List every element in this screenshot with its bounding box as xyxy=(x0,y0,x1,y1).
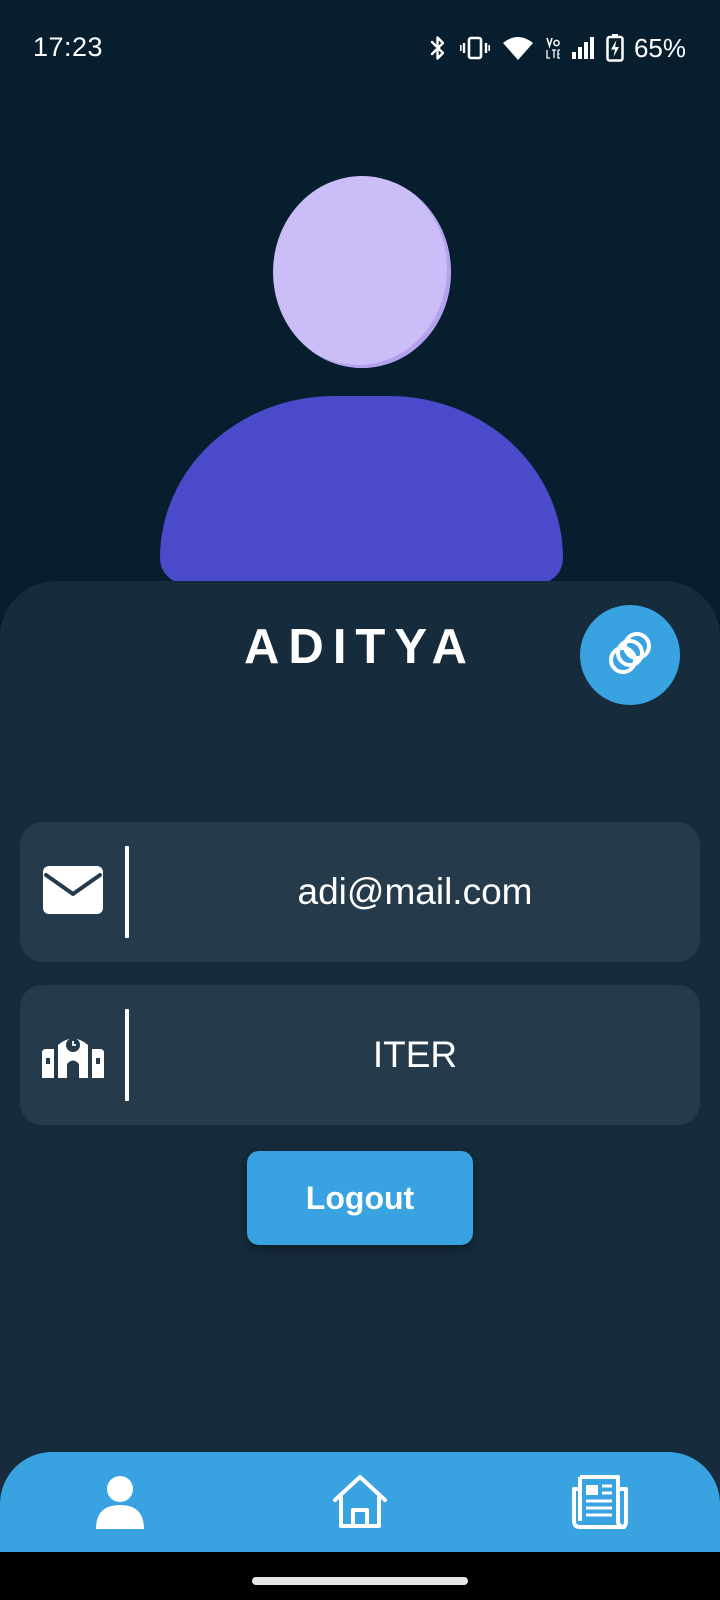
bottom-nav xyxy=(0,1452,720,1552)
battery-charging-icon xyxy=(606,34,624,62)
status-bar: 17:23 65% xyxy=(0,0,720,96)
battery-percentage: 65% xyxy=(633,32,686,63)
institution-value: ITER xyxy=(372,1034,458,1075)
status-time: 17:23 xyxy=(33,32,104,62)
email-row[interactable]: adi@mail.com xyxy=(20,822,700,962)
profile-icon xyxy=(94,1475,146,1534)
link-button[interactable] xyxy=(580,605,680,705)
gesture-bar xyxy=(0,1552,720,1600)
logout-button[interactable]: Logout xyxy=(247,1151,473,1245)
news-icon xyxy=(572,1474,628,1534)
avatar-head xyxy=(273,176,451,368)
link-rings-icon xyxy=(602,625,658,686)
school-icon xyxy=(42,1028,104,1083)
mail-icon xyxy=(43,865,103,919)
vibrate-icon xyxy=(459,35,490,61)
row-divider xyxy=(125,1009,129,1101)
nav-news[interactable] xyxy=(568,1474,632,1534)
row-divider xyxy=(125,846,129,938)
nav-home[interactable] xyxy=(328,1474,392,1534)
wifi-icon xyxy=(502,35,534,61)
status-icons: 65% xyxy=(428,30,686,66)
profile-card: ADITYA adi@mail.com ITER Logout xyxy=(0,581,720,1600)
bluetooth-icon xyxy=(428,34,448,62)
signal-icon xyxy=(571,37,594,59)
home-indicator[interactable] xyxy=(252,1577,468,1585)
avatar-body xyxy=(160,396,563,584)
institution-row[interactable]: ITER xyxy=(20,985,700,1125)
nav-profile[interactable] xyxy=(88,1474,152,1534)
volte-icon xyxy=(546,37,560,59)
email-value: adi@mail.com xyxy=(297,871,533,912)
home-icon xyxy=(332,1474,388,1535)
